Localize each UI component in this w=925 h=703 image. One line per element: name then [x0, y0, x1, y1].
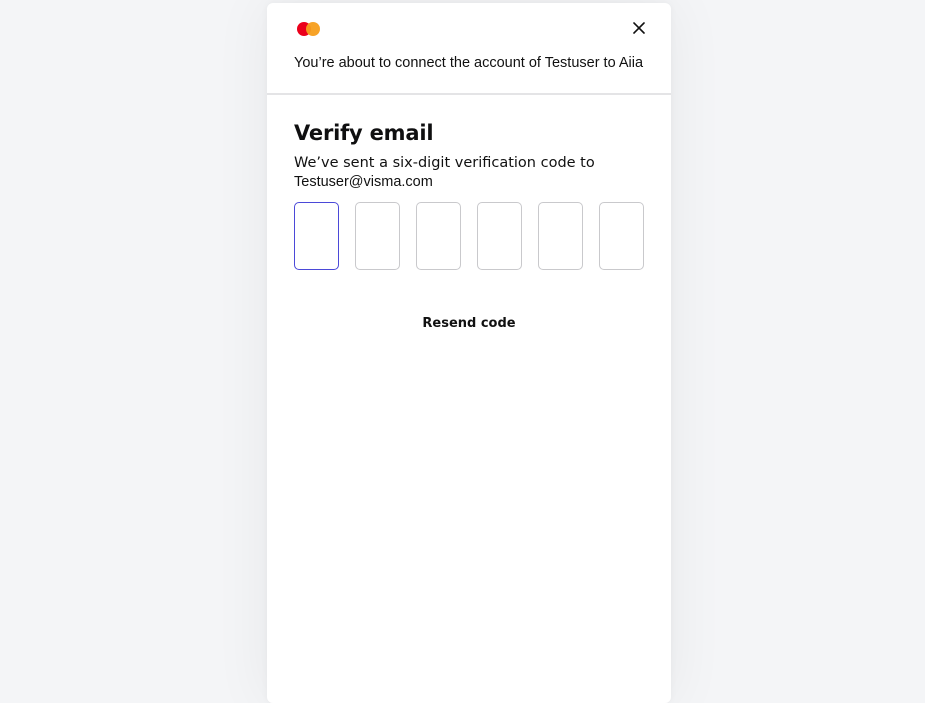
mastercard-logo-icon: [297, 22, 321, 36]
code-digit-1[interactable]: [294, 202, 339, 270]
code-digit-2[interactable]: [355, 202, 400, 270]
code-digit-3[interactable]: [416, 202, 461, 270]
email-address: Testuser@visma.com: [294, 174, 433, 190]
resend-code-button[interactable]: Resend code: [416, 315, 521, 332]
code-digit-5[interactable]: [538, 202, 583, 270]
verification-subtitle: We’ve sent a six-digit verification code…: [294, 154, 644, 192]
close-icon: [633, 22, 645, 34]
verify-section: Verify email We’ve sent a six-digit veri…: [267, 95, 671, 332]
page-title: Verify email: [294, 121, 434, 145]
code-input-row: [294, 202, 644, 270]
modal-header: You’re about to connect the account of T…: [267, 3, 671, 95]
code-digit-4[interactable]: [477, 202, 522, 270]
close-button[interactable]: [629, 18, 649, 38]
verification-modal: You’re about to connect the account of T…: [267, 3, 671, 703]
subtitle-text: We’ve sent a six-digit verification code…: [294, 155, 595, 171]
code-digit-6[interactable]: [599, 202, 644, 270]
logo-orange-circle: [306, 22, 320, 36]
connect-account-text: You’re about to connect the account of T…: [294, 55, 644, 71]
